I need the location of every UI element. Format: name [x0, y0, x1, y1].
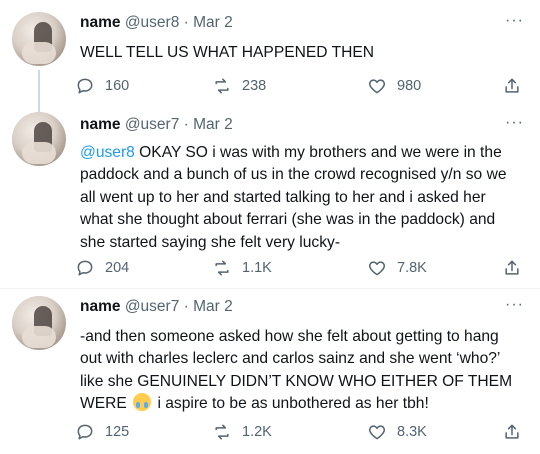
tweet-actions: 125 1.2K 8.3K [75, 422, 530, 444]
mention-link[interactable]: @user8 [80, 144, 135, 161]
more-icon[interactable]: ··· [505, 296, 524, 314]
tweet-date[interactable]: Mar 2 [193, 14, 233, 31]
share-icon [502, 258, 522, 278]
avatar[interactable] [12, 112, 66, 166]
retweet-count: 238 [242, 78, 267, 94]
share-button[interactable] [502, 76, 522, 96]
reply-icon [75, 258, 95, 278]
tweet-text: -and then someone asked how she felt abo… [80, 326, 520, 416]
reply-button[interactable]: 204 [75, 258, 129, 278]
reply-count: 204 [105, 260, 130, 276]
avatar[interactable] [12, 296, 66, 350]
tweet-header: name @user8 · Mar 2 [80, 14, 233, 32]
reply-icon [75, 422, 95, 442]
like-count: 7.8K [397, 260, 427, 276]
more-icon[interactable]: ··· [505, 12, 524, 30]
like-icon [367, 76, 387, 96]
tweet-actions: 160 238 980 [75, 76, 530, 98]
retweet-icon [212, 258, 232, 278]
share-button[interactable] [502, 422, 522, 442]
retweet-count: 1.1K [242, 260, 272, 276]
retweet-icon [212, 422, 232, 442]
display-name[interactable]: name [80, 116, 121, 133]
tweet-body-end: i aspire to be as unbothered as her tbh! [153, 395, 429, 413]
retweet-count: 1.2K [242, 424, 272, 440]
tweet-actions: 204 1.1K 7.8K [75, 258, 530, 280]
avatar[interactable] [12, 12, 66, 66]
user-handle[interactable]: @user7 [125, 116, 180, 133]
tweet-date[interactable]: Mar 2 [193, 116, 233, 133]
more-icon[interactable]: ··· [505, 114, 524, 132]
tweet-header: name @user7 · Mar 2 [80, 298, 233, 316]
like-icon [367, 422, 387, 442]
separator-dot: · [183, 116, 189, 133]
thread-line [38, 70, 40, 112]
tweet-text: @user8 OKAY SO i was with my brothers an… [80, 142, 520, 254]
reply-count: 125 [105, 424, 130, 440]
like-count: 980 [397, 78, 422, 94]
separator-dot: · [183, 14, 189, 31]
reply-button[interactable]: 125 [75, 422, 129, 442]
display-name[interactable]: name [80, 14, 121, 31]
like-count: 8.3K [397, 424, 427, 440]
tweet-3[interactable]: name @user7 · Mar 2 ··· -and then someon… [0, 288, 540, 454]
display-name[interactable]: name [80, 298, 121, 315]
like-icon [367, 258, 387, 278]
retweet-button[interactable]: 1.2K [212, 422, 272, 442]
tweet-header: name @user7 · Mar 2 [80, 116, 233, 134]
tweet-text: WELL TELL US WHAT HAPPENED THEN [80, 44, 375, 61]
share-button[interactable] [502, 258, 522, 278]
retweet-button[interactable]: 238 [212, 76, 266, 96]
retweet-icon [212, 76, 232, 96]
tweet-1[interactable]: name @user8 · Mar 2 ··· WELL TELL US WHA… [0, 0, 540, 112]
user-handle[interactable]: @user7 [125, 298, 180, 315]
like-button[interactable]: 8.3K [367, 422, 427, 442]
like-button[interactable]: 980 [367, 76, 421, 96]
user-handle[interactable]: @user8 [125, 14, 180, 31]
share-icon [502, 76, 522, 96]
reply-icon [75, 76, 95, 96]
share-icon [502, 422, 522, 442]
tweet-date[interactable]: Mar 2 [193, 298, 233, 315]
crying-face-emoji [133, 393, 152, 412]
reply-button[interactable]: 160 [75, 76, 129, 96]
separator-dot: · [183, 298, 189, 315]
like-button[interactable]: 7.8K [367, 258, 427, 278]
tweet-2[interactable]: name @user7 · Mar 2 ··· @user8 OKAY SO i… [0, 110, 540, 288]
reply-count: 160 [105, 78, 130, 94]
tweet-body: OKAY SO i was with my brothers and we we… [80, 144, 507, 251]
retweet-button[interactable]: 1.1K [212, 258, 272, 278]
